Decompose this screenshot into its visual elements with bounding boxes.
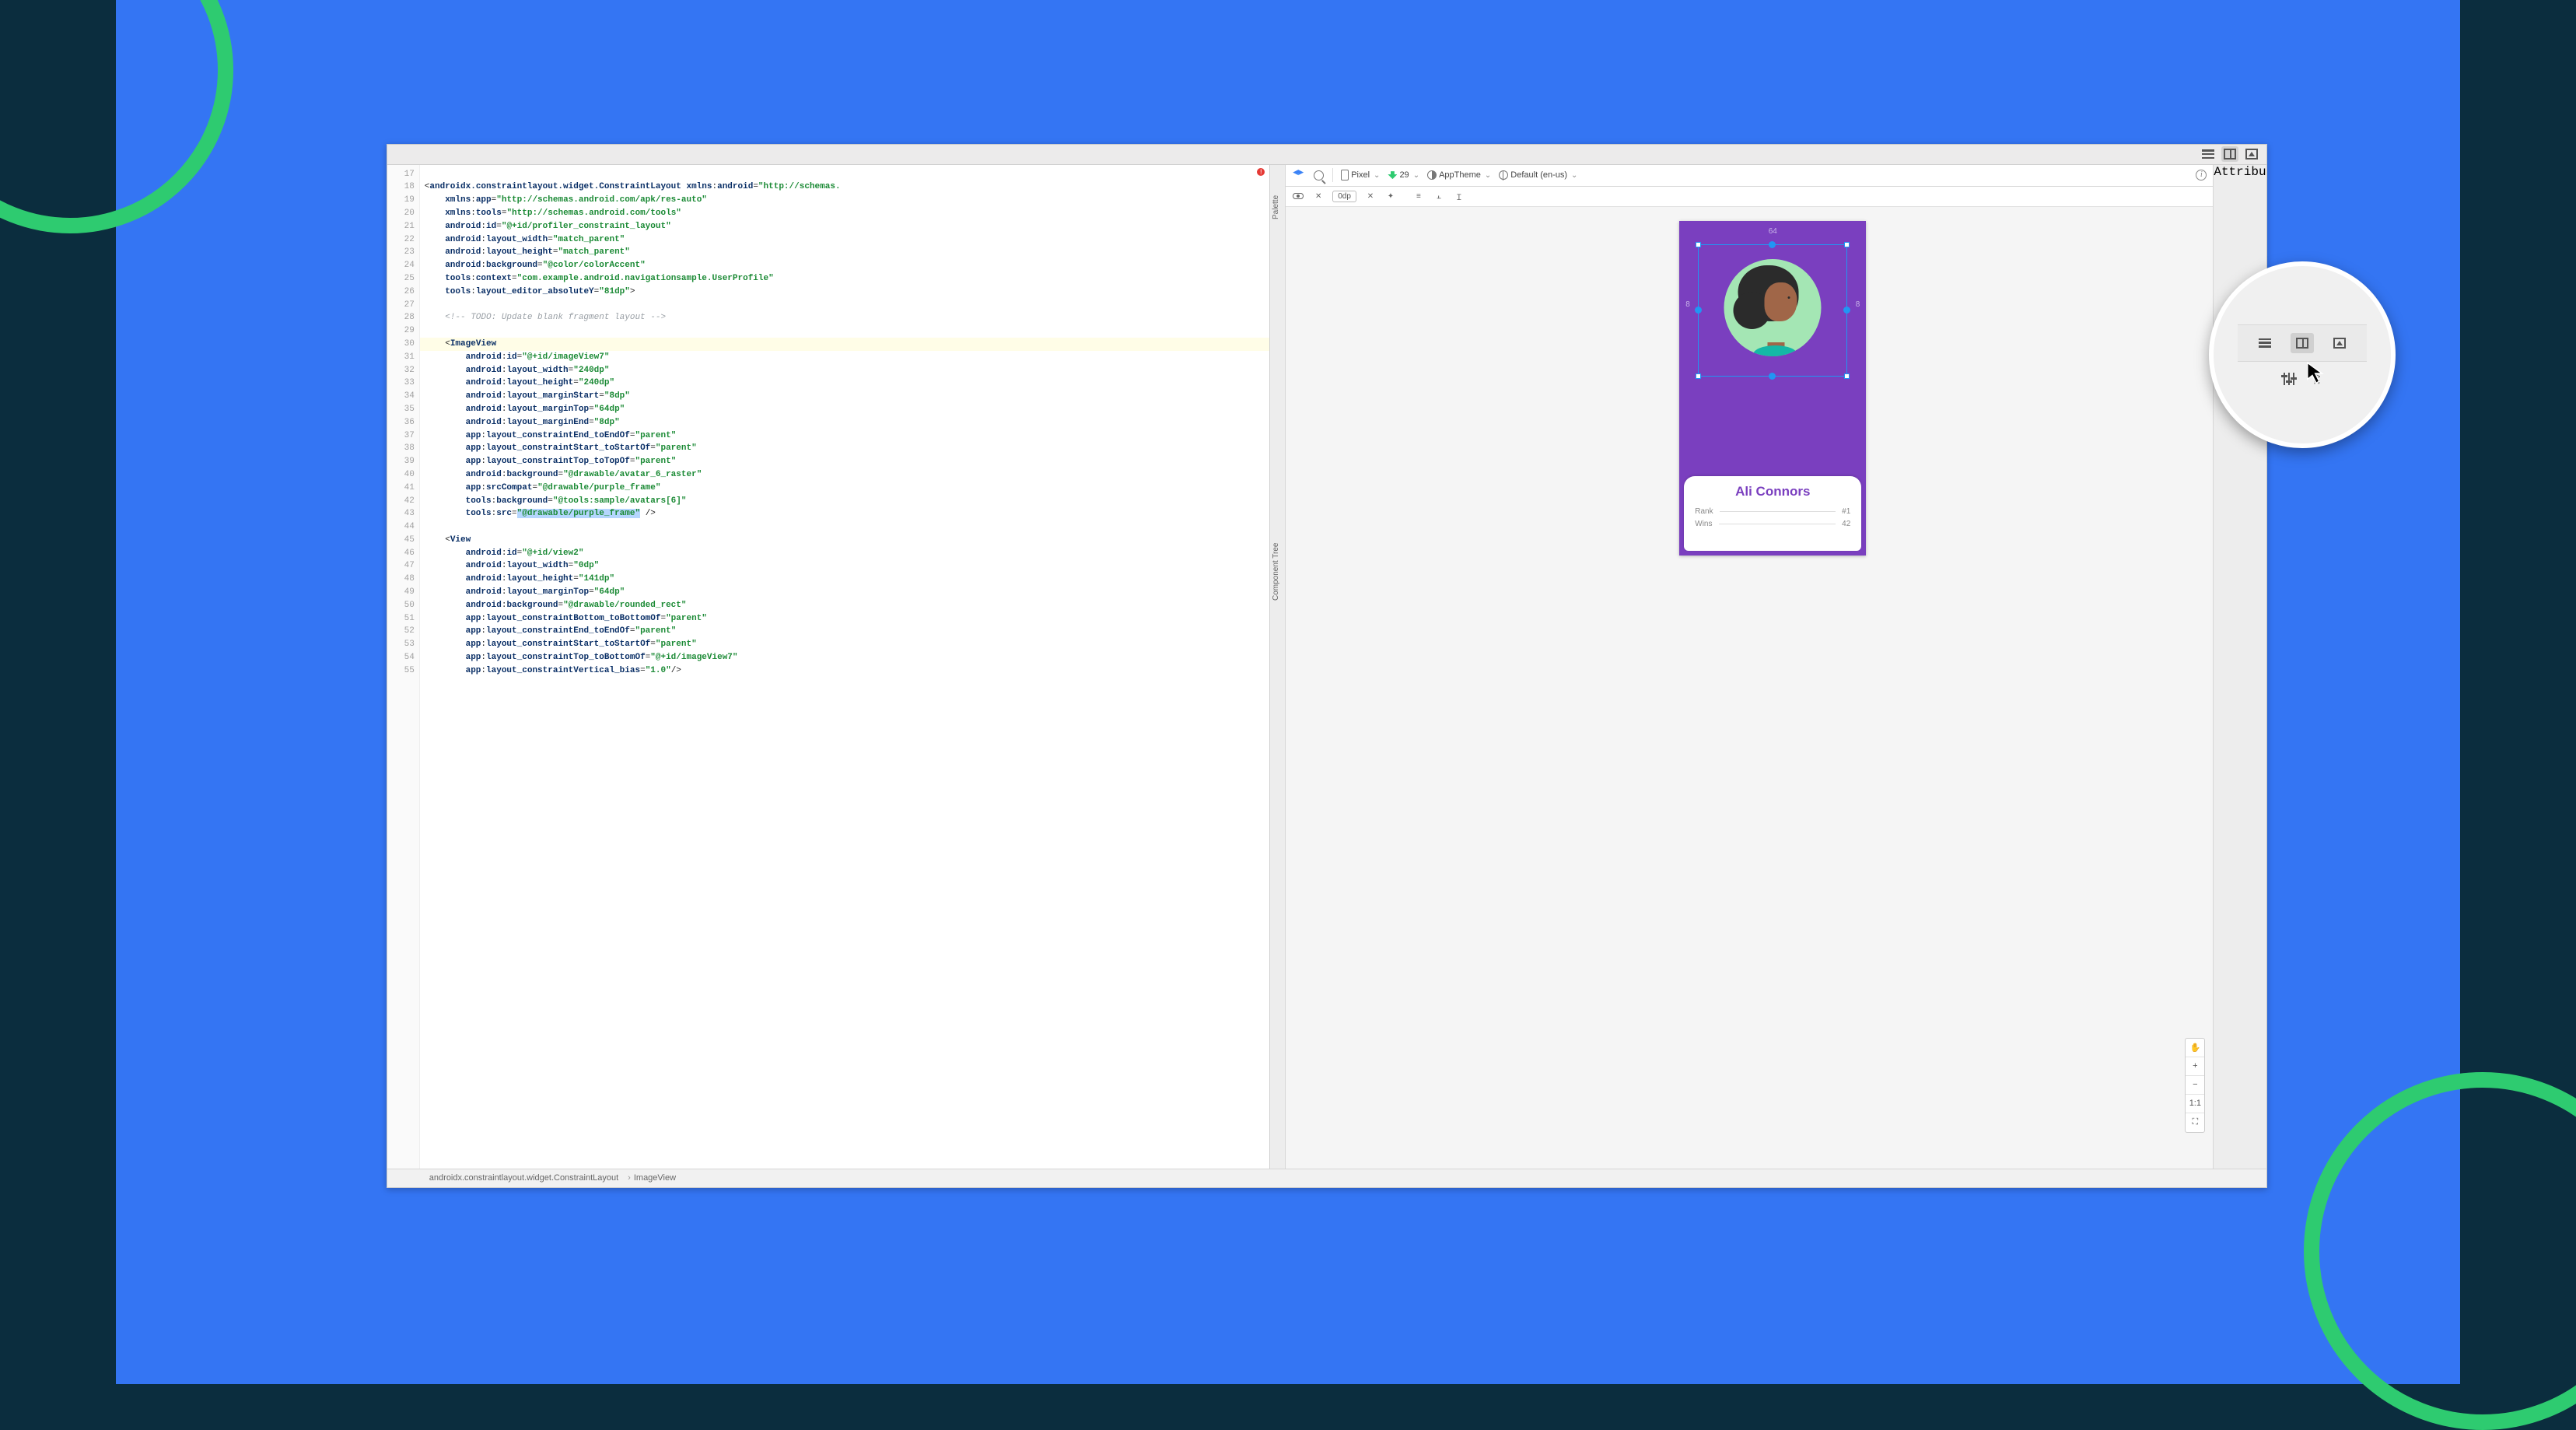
attributes-settings-icon[interactable] — [2282, 373, 2296, 385]
metric-label: Wins — [1695, 520, 1712, 528]
left-tool-tabs: Palette Component Tree — [1270, 165, 1286, 1169]
view-mode-split-icon[interactable] — [2291, 333, 2314, 353]
code-editor[interactable]: 1718192021222324252627282930313233343536… — [387, 165, 1270, 1169]
constraint-handle[interactable] — [1695, 307, 1702, 314]
resize-handle[interactable] — [1696, 242, 1701, 247]
attributes-tab[interactable]: Attribu — [2214, 165, 2266, 179]
design-surface-icon[interactable] — [1292, 169, 1304, 181]
api-label: 29 — [1399, 170, 1409, 180]
selection-box[interactable] — [1698, 244, 1847, 377]
autoconnect-icon[interactable]: ✕ — [1312, 190, 1325, 202]
metric-value: #1 — [1842, 507, 1850, 516]
guideline-icon[interactable]: Ｉ — [1453, 190, 1465, 202]
resize-handle[interactable] — [1696, 373, 1701, 379]
info-icon[interactable] — [2196, 170, 2207, 181]
device-label: Pixel — [1351, 170, 1370, 180]
error-indicator-icon[interactable] — [1257, 168, 1265, 176]
zoom-in-button[interactable]: + — [2186, 1057, 2204, 1076]
design-toolbar: Pixel 29 AppTheme Default (en-us) — [1286, 165, 2213, 187]
view-options-icon[interactable] — [1292, 190, 1304, 202]
pack-icon[interactable]: ⫠ — [1433, 190, 1445, 202]
theme-label: AppTheme — [1439, 170, 1481, 180]
view-mode-design-icon[interactable] — [2328, 333, 2351, 353]
ide-window: 1718192021222324252627282930313233343536… — [387, 144, 2267, 1188]
constraint-handle[interactable] — [1843, 307, 1850, 314]
view-mode-design-icon[interactable] — [2243, 146, 2260, 162]
default-margin-input[interactable]: 0dp — [1332, 191, 1356, 202]
orientation-icon[interactable] — [1312, 169, 1325, 181]
metric-value: 42 — [1842, 520, 1850, 528]
zoom-controls: ✋ + − 1:1 ⛶ — [2185, 1038, 2205, 1133]
margin-guide-right: 8 — [1856, 300, 1860, 309]
metric-row: Wins 42 — [1695, 520, 1850, 528]
locale-selector[interactable]: Default (en-us) — [1499, 170, 1577, 180]
view-mode-split-icon[interactable] — [2221, 146, 2238, 162]
margin-guide-top: 64 — [1769, 227, 1777, 236]
device-frame[interactable]: 64 8 8 — [1679, 221, 1866, 556]
callout-magnifier: Att — [2209, 261, 2396, 448]
view-mode-code-icon[interactable] — [2200, 146, 2217, 162]
component-tree-tab[interactable]: Component Tree — [1272, 542, 1280, 601]
profile-card: Ali Connors Rank #1 Wins 42 — [1684, 476, 1861, 551]
view-mode-strip — [387, 145, 2266, 165]
line-number-gutter: 1718192021222324252627282930313233343536… — [387, 165, 420, 1169]
zoom-reset-button[interactable]: 1:1 — [2186, 1095, 2204, 1113]
constraint-handle[interactable] — [1769, 373, 1776, 380]
breadcrumb-bar: androidx.constraintlayout.widget.Constra… — [387, 1169, 2266, 1187]
main-content: 1718192021222324252627282930313233343536… — [387, 165, 2266, 1169]
view-mode-code-icon[interactable] — [2253, 333, 2277, 353]
margin-guide-left: 8 — [1685, 300, 1690, 309]
align-icon[interactable]: ≡ — [1412, 190, 1425, 202]
resize-handle[interactable] — [1844, 373, 1850, 379]
pan-icon[interactable]: ✋ — [2186, 1039, 2204, 1057]
palette-tab[interactable]: Palette — [1272, 195, 1280, 219]
design-canvas[interactable]: 64 8 8 — [1286, 207, 2213, 1169]
code-body[interactable]: <androidx.constraintlayout.widget.Constr… — [420, 165, 1269, 1169]
clear-constraints-icon[interactable]: ✕ — [1364, 190, 1377, 202]
constraint-handle[interactable] — [1769, 241, 1776, 248]
design-preview: Palette Component Tree Pixel 29 AppTheme… — [1270, 165, 2266, 1169]
metric-label: Rank — [1695, 507, 1713, 516]
breadcrumb-child[interactable]: ImageView — [625, 1173, 676, 1183]
breadcrumb-root[interactable]: androidx.constraintlayout.widget.Constra… — [429, 1173, 618, 1183]
zoom-out-button[interactable]: − — [2186, 1076, 2204, 1095]
locale-label: Default (en-us) — [1510, 170, 1567, 180]
resize-handle[interactable] — [1844, 242, 1850, 247]
infer-constraints-icon[interactable]: ✦ — [1384, 190, 1397, 202]
design-toolbar-2: ✕ 0dp ✕ ✦ ≡ ⫠ Ｉ — [1286, 187, 2213, 207]
metric-row: Rank #1 — [1695, 507, 1850, 516]
profile-name: Ali Connors — [1695, 484, 1850, 499]
zoom-fit-button[interactable]: ⛶ — [2186, 1113, 2204, 1132]
design-area: Pixel 29 AppTheme Default (en-us) ✕ 0dp … — [1286, 165, 2213, 1169]
device-selector[interactable]: Pixel — [1341, 170, 1380, 181]
theme-selector[interactable]: AppTheme — [1427, 170, 1491, 180]
avatar — [1724, 259, 1822, 356]
api-selector[interactable]: 29 — [1388, 170, 1419, 180]
